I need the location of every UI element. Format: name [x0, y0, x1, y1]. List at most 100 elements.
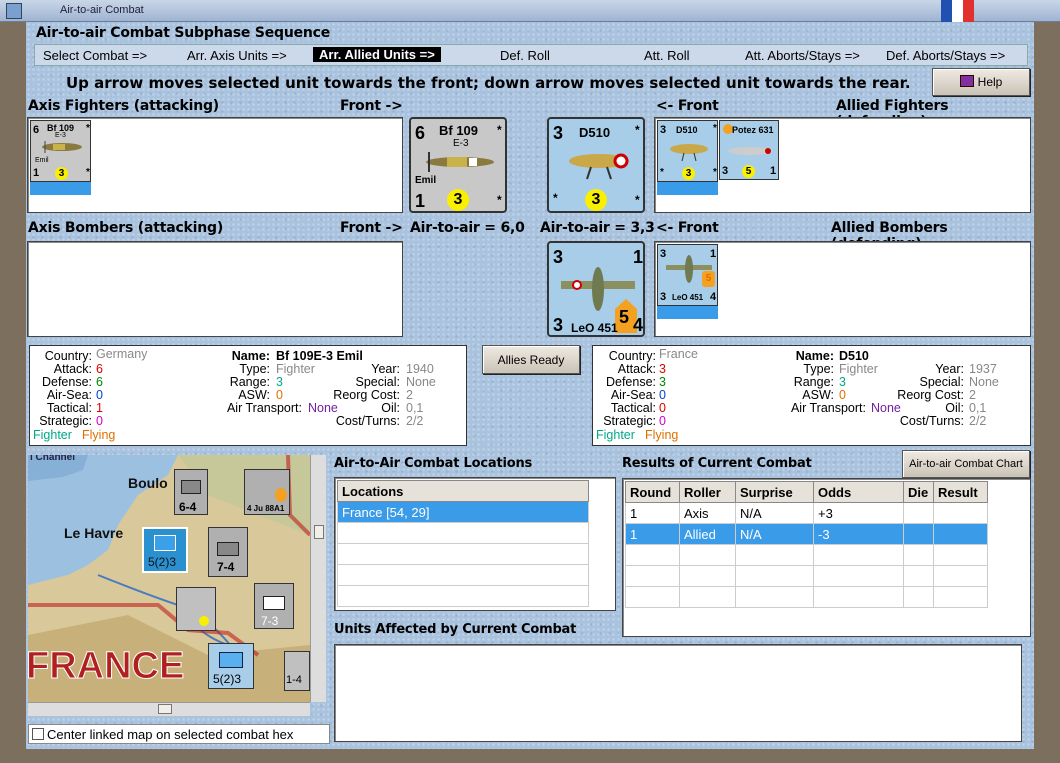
v: 0,1: [969, 401, 987, 415]
axis-fighter-counter-small[interactable]: 6 Bf 109 E-3 Emil 1 3 * *: [30, 120, 91, 182]
infantry-icon: [263, 596, 285, 610]
col-die: Die: [903, 481, 934, 503]
location-row-empty: [337, 522, 589, 544]
k: ASW:: [802, 388, 834, 402]
star: *: [635, 123, 640, 137]
map-unit-axis-air[interactable]: 4 Ju 88A1: [244, 469, 290, 515]
map-horizontal-scrollbar[interactable]: [28, 702, 310, 716]
seq-arr-axis[interactable]: Arr. Axis Units =>: [187, 48, 287, 63]
range-ring: 5: [619, 307, 630, 327]
star: *: [660, 167, 664, 178]
infantry-icon: [181, 480, 201, 494]
v: 1: [96, 401, 103, 415]
selection-bar: [657, 306, 718, 319]
allied-fighter-counter-potez[interactable]: Potez 631 3 5 1: [719, 120, 779, 180]
map-unit-axis[interactable]: 1-4: [284, 651, 310, 691]
v: None: [308, 401, 338, 415]
affected-title: Units Affected by Current Combat: [334, 622, 577, 637]
strength: 6-4: [179, 500, 197, 514]
map-unit-allied[interactable]: 5(2)3: [142, 527, 188, 573]
map-unit-axis[interactable]: 6-4: [174, 469, 208, 515]
cell: [903, 523, 934, 545]
scroll-thumb[interactable]: [158, 704, 172, 714]
v: None: [871, 401, 901, 415]
map-unit-allied[interactable]: 5(2)3: [208, 643, 254, 689]
potez-plane-icon: [728, 147, 772, 155]
k: ASW:: [238, 388, 270, 402]
allied-bomber-counter-large[interactable]: 3 1 5 3 LeO 451 4: [547, 241, 645, 337]
star: *: [86, 123, 90, 134]
strength: 5(2)3: [148, 555, 177, 569]
axis-bombers-front: Front ->: [340, 220, 403, 236]
axis-bombers-panel: [27, 241, 403, 337]
allied-bombers-panel: 3 1 5 3 LeO 451 4: [654, 241, 1031, 337]
k: Air Transport:: [790, 401, 866, 415]
k: Air-Sea:: [610, 388, 656, 402]
air-to-air-axis: Air-to-air = 6,0: [410, 220, 525, 236]
help-button[interactable]: Help: [932, 68, 1030, 96]
v: 3: [839, 375, 846, 389]
center-map-checkbox[interactable]: [32, 728, 44, 740]
map-vertical-scrollbar[interactable]: [310, 455, 326, 702]
v: 3: [276, 375, 283, 389]
seq-att-aborts[interactable]: Att. Aborts/Stays =>: [745, 48, 860, 63]
map-label-france: FRANCE: [28, 645, 185, 688]
col-odds: Odds: [813, 481, 904, 503]
v: 0: [659, 414, 666, 428]
range-ring: 3: [447, 189, 469, 211]
k: Reorg Cost:: [897, 388, 964, 402]
center-map-option[interactable]: Center linked map on selected combat hex: [28, 724, 330, 744]
axis-fighter-counter-large[interactable]: 6 Bf 109 E-3 * Emil 1 3 *: [409, 117, 507, 213]
k: Tactical:: [46, 401, 92, 415]
map-unit-axis-fighter[interactable]: [176, 587, 216, 631]
ju88-label: 4 Ju 88A1: [247, 504, 285, 513]
v: Fighter: [596, 428, 635, 442]
linked-map[interactable]: l Channel Boulo Le Havre FRANCE 6-4 4 Ju…: [28, 455, 310, 702]
name: D510: [676, 125, 698, 135]
scroll-thumb[interactable]: [314, 525, 324, 539]
def: 3: [660, 291, 667, 303]
range-ring: 5: [742, 165, 755, 178]
seq-att-roll[interactable]: Att. Roll: [644, 48, 690, 63]
allied-fighters-front: <- Front: [656, 98, 719, 114]
result-row[interactable]: 1 Axis N/A +3: [625, 502, 988, 524]
att: 3: [553, 123, 564, 143]
location-row-empty: [337, 585, 589, 607]
allied-fighter-counter-d510[interactable]: 3 D510 * * 3 *: [657, 120, 718, 182]
axis-bombers-label: Axis Bombers (attacking): [28, 220, 224, 236]
col-result: Result: [933, 481, 988, 503]
window-icon: [6, 3, 22, 19]
axis-fighters-front: Front ->: [340, 98, 403, 114]
axis-fighters-label: Axis Fighters (attacking): [28, 98, 219, 114]
seq-select-combat[interactable]: Select Combat =>: [43, 48, 147, 63]
def: 1: [33, 167, 40, 179]
allies-ready-button[interactable]: Allies Ready: [482, 345, 580, 374]
v: 3: [659, 375, 666, 389]
k: Country:: [608, 349, 656, 363]
allied-bomber-counter-small[interactable]: 3 1 5 3 LeO 451 4: [657, 244, 718, 306]
result-row[interactable]: 1 Allied N/A -3: [625, 523, 988, 545]
cell: N/A: [735, 502, 814, 524]
k: Type:: [803, 362, 834, 376]
seq-def-aborts[interactable]: Def. Aborts/Stays =>: [886, 48, 1005, 63]
name: LeO 451: [571, 321, 618, 335]
map-unit-axis[interactable]: 7-4: [208, 527, 248, 577]
sequence-title: Air-to-air Combat Subphase Sequence: [36, 25, 331, 41]
v: Fighter: [276, 362, 315, 376]
star: *: [635, 193, 640, 207]
k: Special:: [355, 375, 400, 389]
bf109-plane-icon: [42, 141, 82, 153]
range-ring: 3: [55, 167, 68, 180]
location-row[interactable]: France [54, 29]: [337, 501, 589, 523]
map-unit-axis[interactable]: 7-3: [254, 583, 294, 629]
seq-def-roll[interactable]: Def. Roll: [500, 48, 550, 63]
locations-title: Air-to-Air Combat Locations: [334, 456, 533, 471]
allied-fighter-counter-large[interactable]: 3 D510 * * 3 *: [547, 117, 645, 213]
v: Germany: [96, 347, 148, 361]
v: 6: [96, 362, 103, 376]
combat-chart-button[interactable]: Air-to-air Combat Chart: [902, 450, 1030, 478]
window-title: Air-to-air Combat: [60, 4, 144, 16]
name: D510: [579, 125, 611, 140]
map-label-channel: l Channel: [30, 455, 76, 463]
seq-arr-allied[interactable]: Arr. Allied Units =>: [313, 47, 441, 62]
